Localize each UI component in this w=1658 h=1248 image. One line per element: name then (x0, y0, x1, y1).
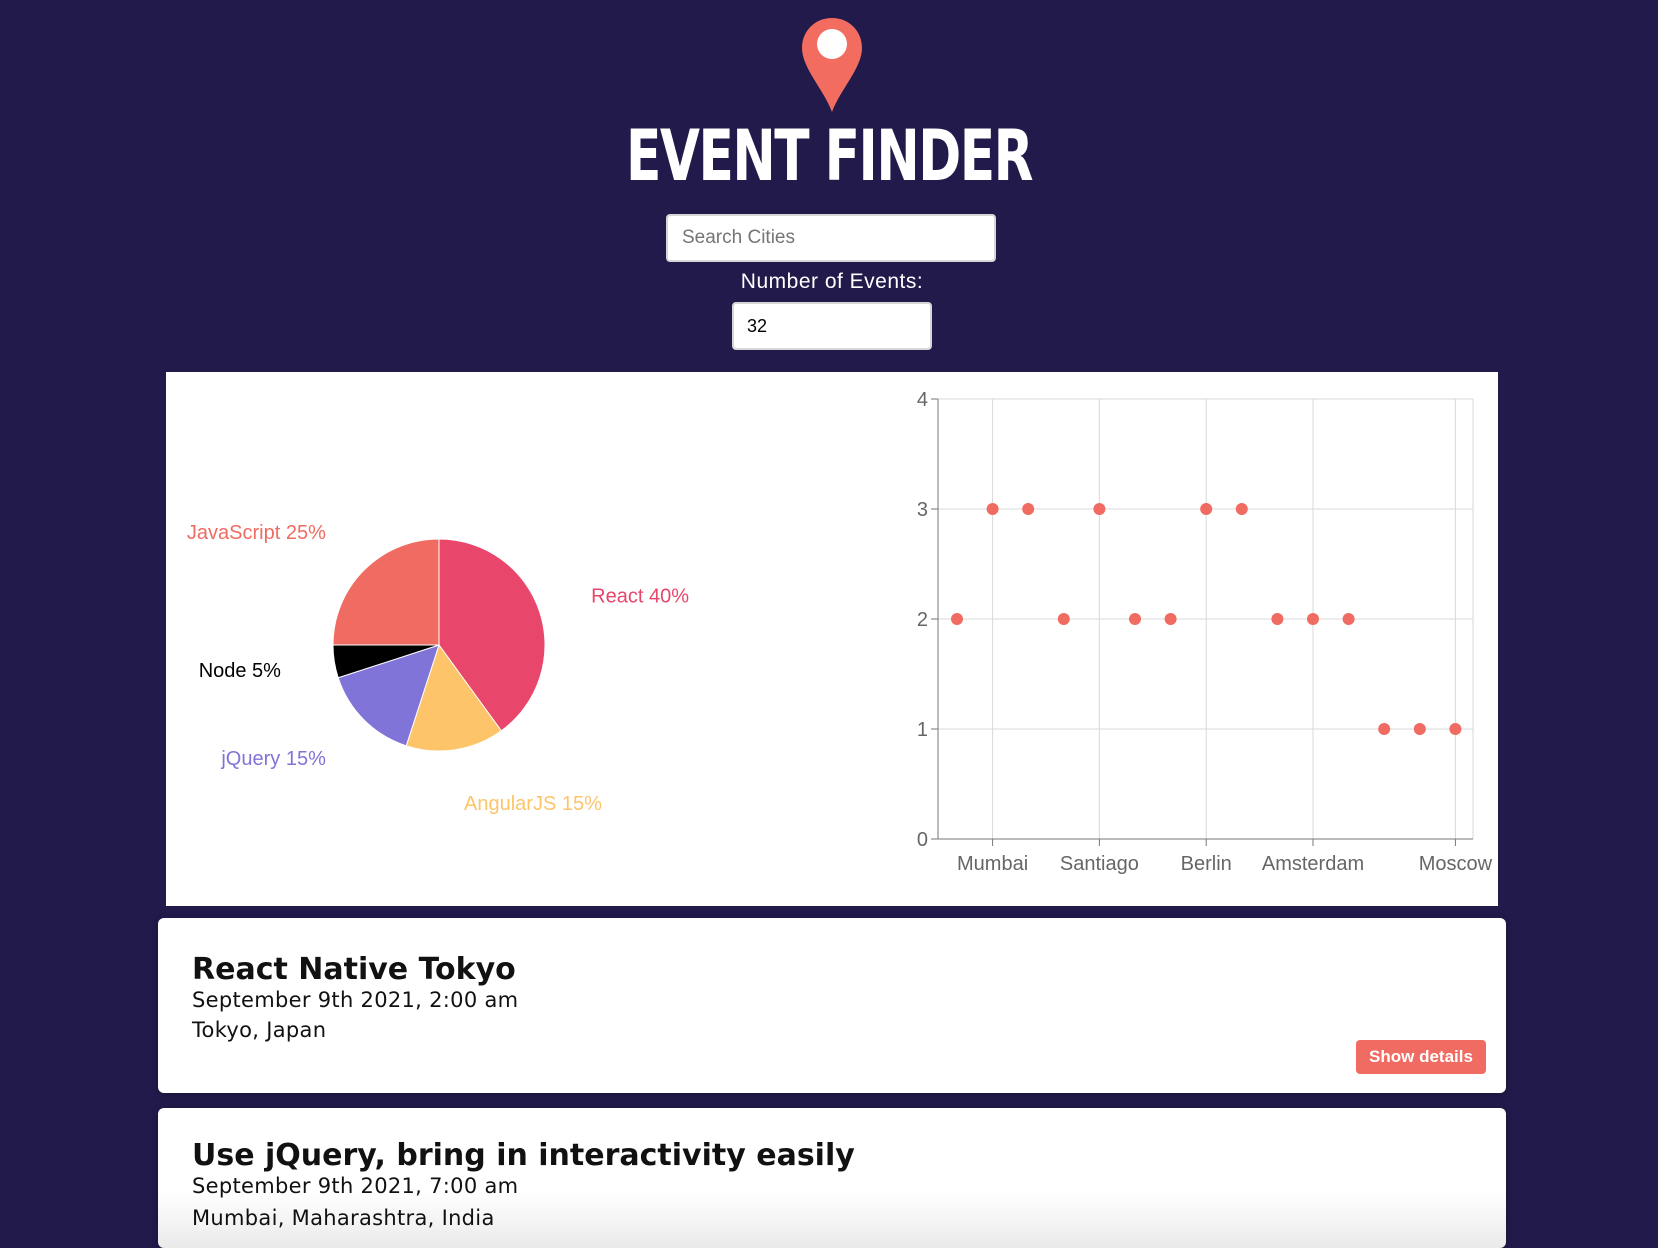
y-tick-label: 1 (917, 719, 928, 741)
scatter-point (1378, 723, 1391, 735)
search-cities-input[interactable] (666, 214, 996, 262)
scatter-point (1235, 503, 1248, 515)
event-card: Use jQuery, bring in interactivity easil… (158, 1108, 1506, 1248)
map-pin-icon (802, 18, 862, 112)
event-date: September 9th 2021, 7:00 am (192, 1174, 519, 1198)
scatter-point (1449, 723, 1462, 735)
y-tick-label: 2 (917, 609, 928, 631)
x-tick-label: Amsterdam (1262, 853, 1364, 875)
number-of-events-input[interactable] (732, 302, 932, 350)
scatter-point (951, 613, 963, 625)
event-location: Mumbai, Maharashtra, India (192, 1206, 495, 1230)
scatter-point (1271, 613, 1284, 625)
x-tick-label: Berlin (1181, 853, 1232, 875)
event-card: React Native Tokyo September 9th 2021, 2… (158, 918, 1506, 1093)
scatter-point (1022, 503, 1035, 515)
scatter-point (1164, 613, 1177, 625)
y-tick-label: 4 (917, 389, 928, 411)
y-tick-label: 3 (917, 499, 928, 521)
charts-panel: React 40% AngularJS 15% jQuery 15% Node 5% J… (166, 372, 1498, 906)
scatter-point (1307, 613, 1319, 625)
scatter-point (1057, 613, 1070, 625)
event-date: September 9th 2021, 2:00 am (192, 988, 519, 1012)
scatter-point (1129, 613, 1141, 625)
number-of-events-label: Number of Events: (740, 270, 924, 293)
scatter-point (986, 503, 999, 515)
scatter-point (1342, 613, 1355, 625)
scatter-point (1200, 503, 1213, 515)
event-title: React Native Tokyo (192, 952, 516, 987)
app-title: EVENT FINDER (625, 115, 1034, 197)
scatter-point (1413, 723, 1426, 735)
y-tick-label: 0 (917, 829, 928, 851)
city-scatter-chart: 0 1 2 3 4 Mumbai Santiago Berlin Amsterdam Moscow (917, 389, 1493, 875)
event-title: Use jQuery, bring in interactivity easil… (192, 1138, 855, 1173)
show-details-button[interactable]: Show details (1356, 1040, 1486, 1074)
x-tick-label: Santiago (1060, 853, 1139, 875)
scatter-point (1093, 503, 1106, 515)
event-location: Tokyo, Japan (192, 1018, 327, 1042)
x-tick-label: Mumbai (957, 853, 1028, 875)
x-tick-label: Moscow (1419, 853, 1493, 875)
